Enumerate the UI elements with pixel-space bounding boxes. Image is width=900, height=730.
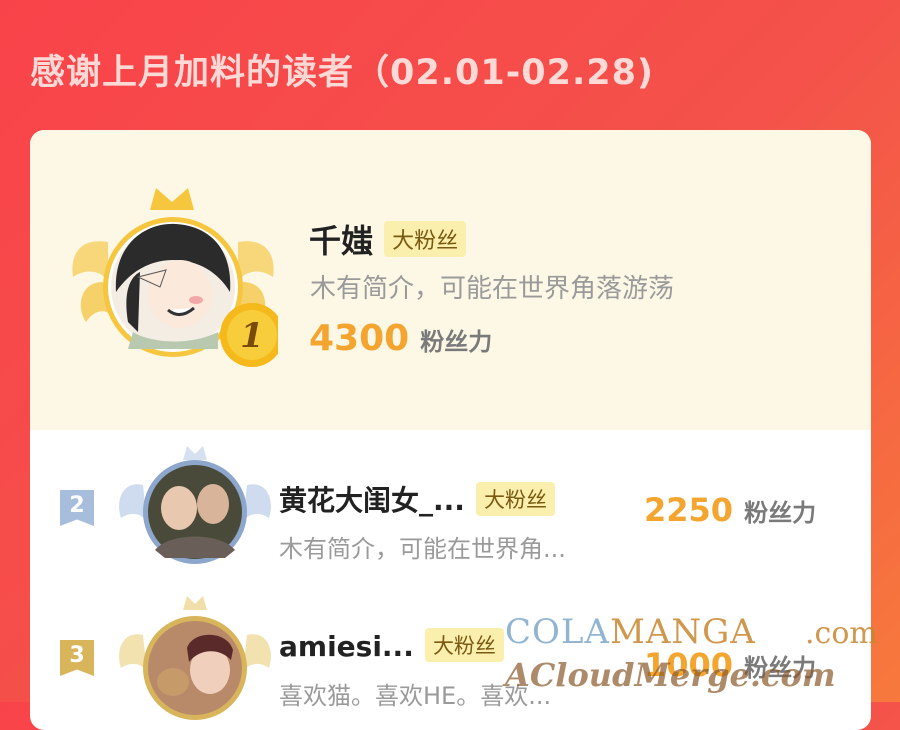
top-reader-section[interactable]: 1 千媸 大粉丝 木有简介，可能在世界角落游荡 4300 粉丝力 bbox=[30, 130, 871, 430]
rank-1-medal: 1 bbox=[240, 316, 264, 356]
rank-3-badge: 大粉丝 bbox=[424, 628, 504, 662]
rank-2-bio: 木有简介，可能在世界角... bbox=[279, 535, 566, 563]
rank-3-name[interactable]: amiesi... bbox=[279, 630, 414, 663]
bronze-wing-icon bbox=[119, 634, 147, 672]
rank-2-flag: 2 bbox=[60, 490, 94, 526]
rank-1-avatar-frame[interactable]: 1 bbox=[68, 182, 278, 372]
rank-2-score-row: 2250 粉丝力 bbox=[644, 491, 816, 529]
crown-icon bbox=[150, 188, 194, 210]
rank-1-name[interactable]: 千媸 bbox=[309, 222, 373, 260]
page-title: 感谢上月加料的读者（02.01-02.28) bbox=[30, 53, 654, 93]
rank-2-badge: 大粉丝 bbox=[476, 482, 556, 516]
right-wing-icon bbox=[238, 241, 274, 282]
watermark-com: .com bbox=[805, 616, 878, 651]
rank-1-name-row: 千媸 大粉丝 bbox=[309, 216, 467, 262]
rank-1-badge: 大粉丝 bbox=[384, 221, 467, 257]
rank-3-flag: 3 bbox=[60, 640, 94, 676]
left-wing-icon bbox=[72, 241, 108, 282]
rank-2-name[interactable]: 黄花大闺女_... bbox=[279, 484, 465, 517]
rank-3-name-row: amiesi... 大粉丝 bbox=[279, 628, 504, 663]
watermark-acloudmerge: ACloudMerge.com bbox=[505, 656, 836, 694]
rank-2-avatar[interactable] bbox=[115, 440, 275, 570]
rank-1-score: 4300 bbox=[309, 318, 410, 359]
silver-crown-icon bbox=[183, 446, 207, 460]
bronze-crown-icon bbox=[183, 596, 207, 610]
list-item[interactable]: 2 黄花大闺女_... 大粉丝 木有简介，可能在世界角... 2250 粉丝力 bbox=[30, 435, 871, 585]
rank-3-avatar[interactable] bbox=[115, 590, 275, 720]
rank-2-score-unit: 粉丝力 bbox=[744, 499, 817, 527]
silver-wing-icon bbox=[119, 484, 147, 522]
watermark: COLAMANGA .com ACloudMerge.com bbox=[505, 612, 900, 702]
watermark-manga: MANGA bbox=[610, 612, 756, 652]
rank-1-score-row: 4300 粉丝力 bbox=[309, 318, 492, 359]
rank-1-score-unit: 粉丝力 bbox=[420, 328, 493, 356]
rank-2-name-row: 黄花大闺女_... 大粉丝 bbox=[279, 479, 556, 519]
watermark-cola: COLA bbox=[505, 612, 611, 652]
rank-1-bio: 木有简介，可能在世界角落游荡 bbox=[310, 274, 675, 304]
rank-2-score: 2250 bbox=[644, 491, 734, 529]
